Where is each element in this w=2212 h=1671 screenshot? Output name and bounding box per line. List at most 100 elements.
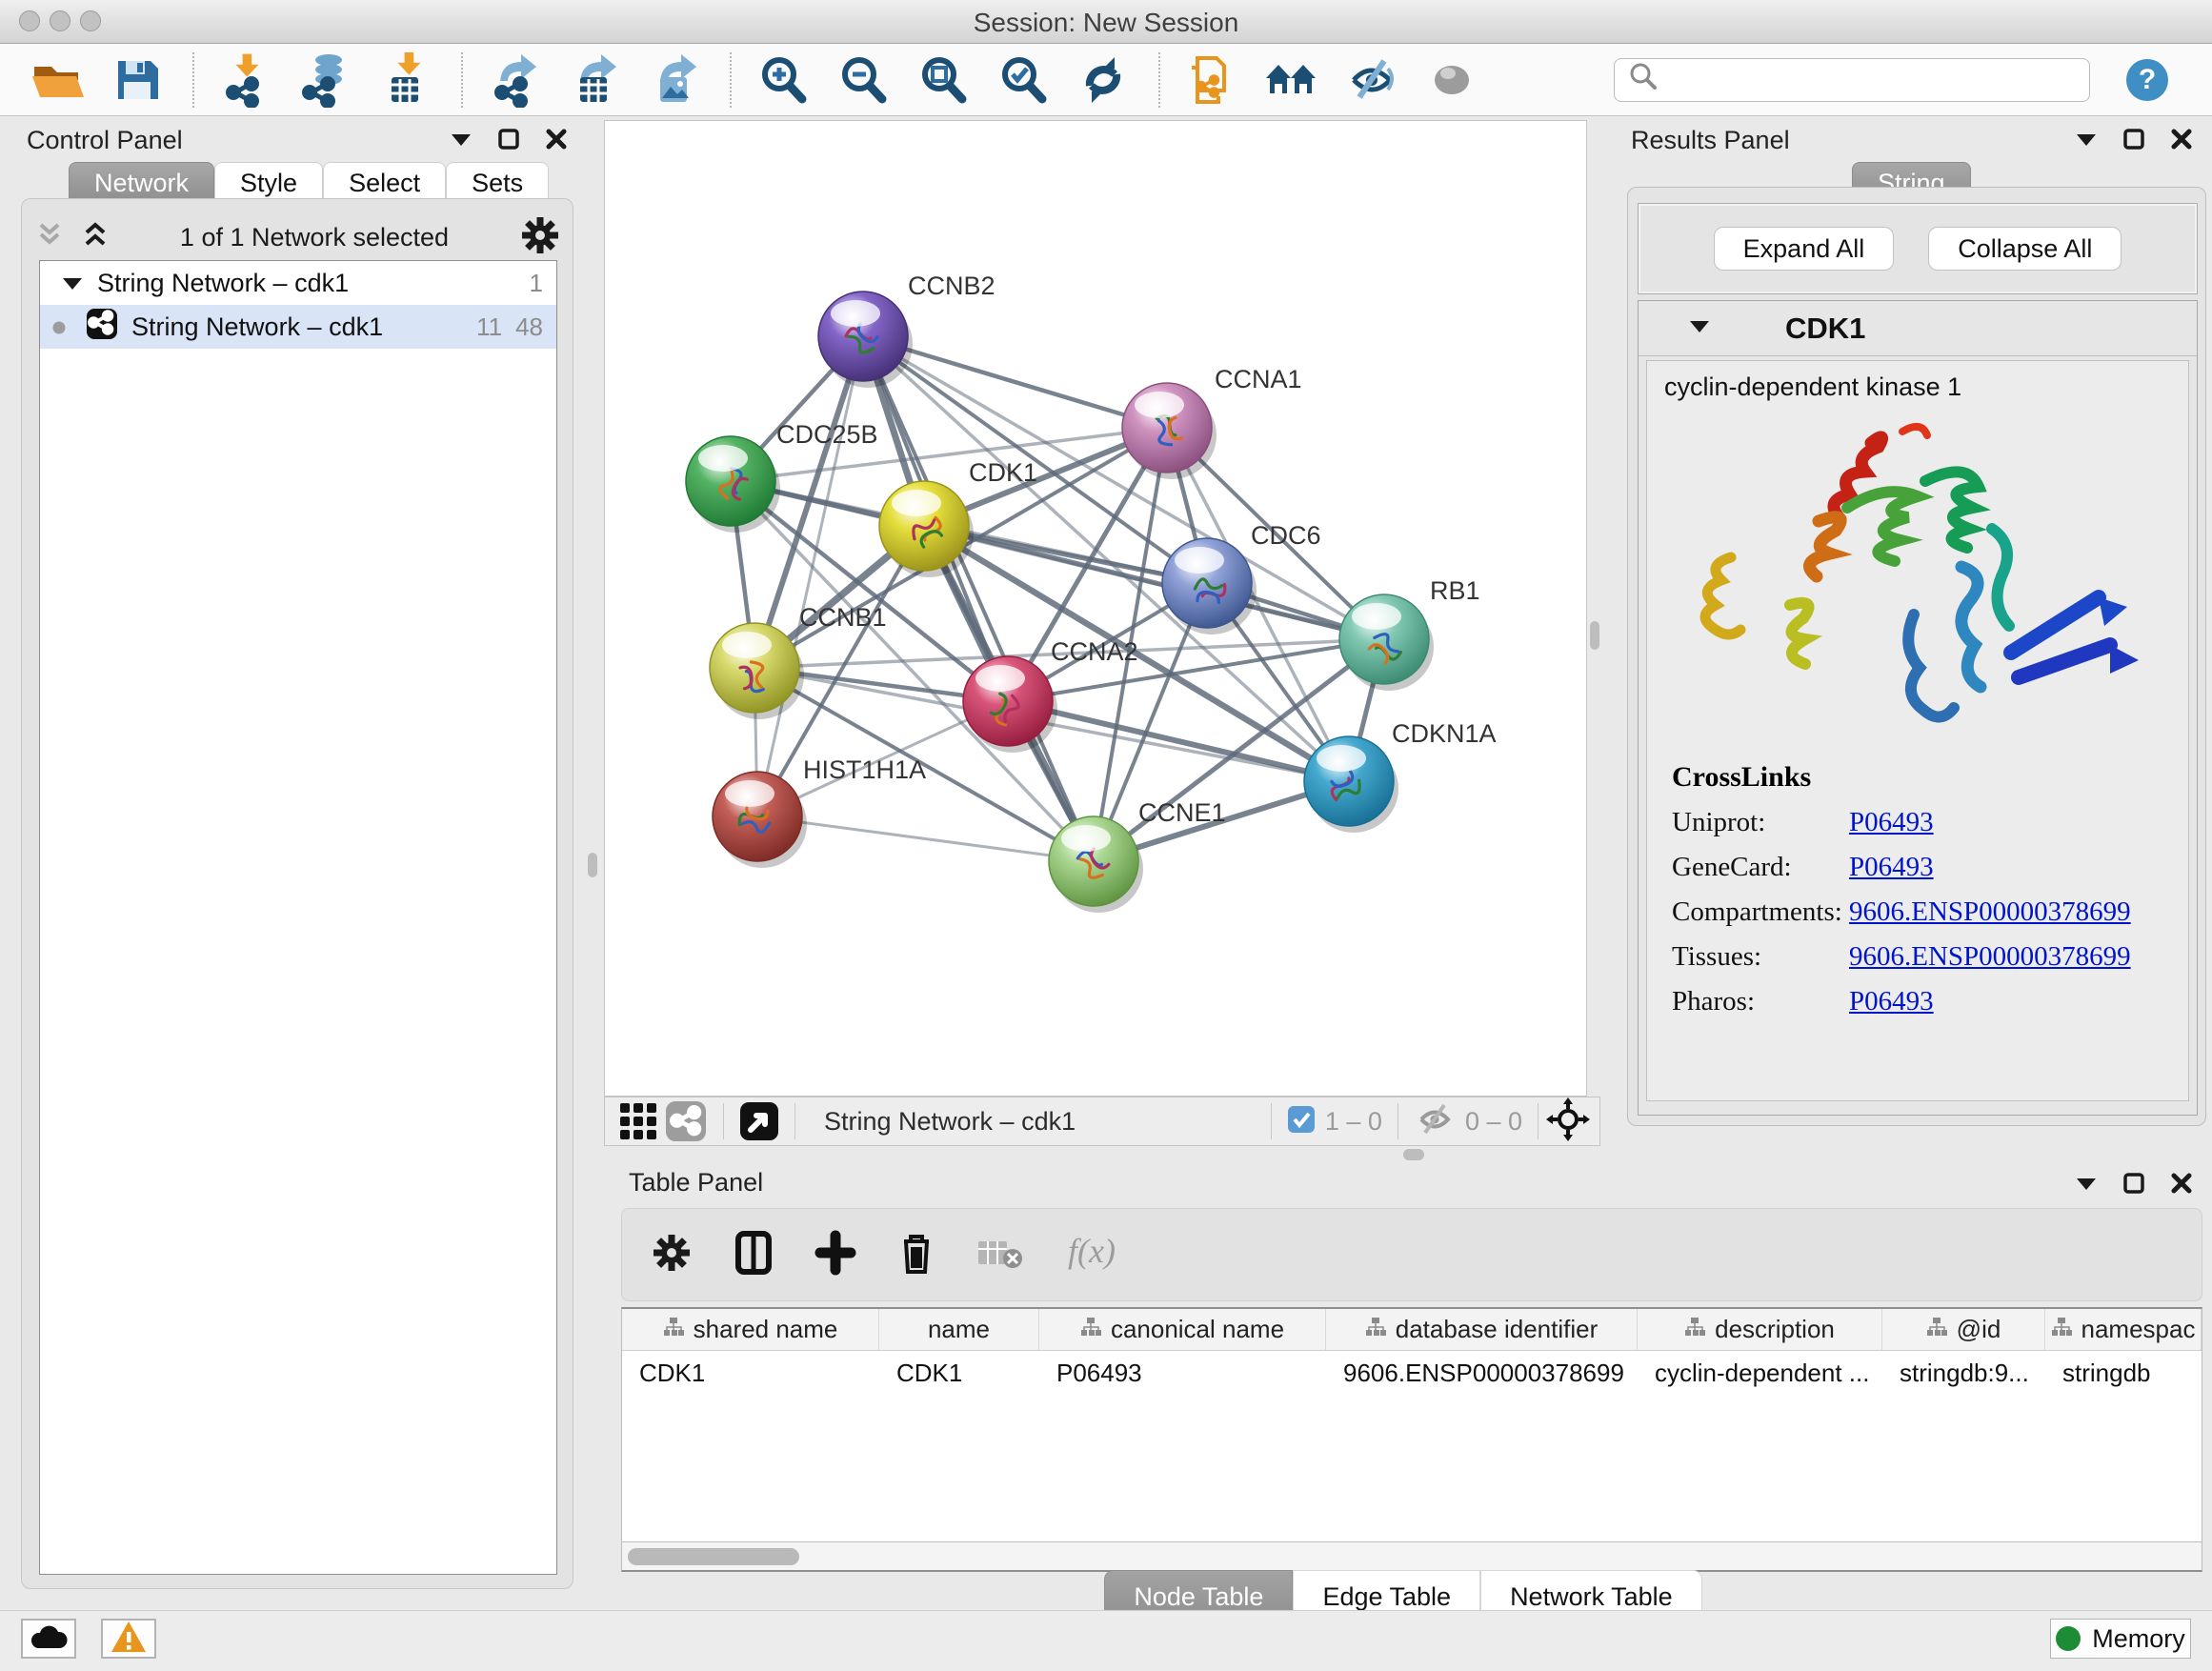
crosslink-row: GeneCard:P06493 [1672,852,2131,883]
node-table[interactable]: shared namenamecanonical namedatabase id… [621,1307,2202,1541]
column-header-canonical-name[interactable]: canonical name [1039,1309,1326,1350]
panel-close-icon[interactable] [2170,1172,2193,1199]
network-view-toolbar: String Network – cdk1 1 – 0 0 – 0 [604,1097,1600,1146]
toolbar-icon-strip [27,50,1501,111]
selected-checkbox-icon[interactable] [1287,1105,1316,1138]
toolbar-separator [461,52,463,108]
network-selected-status: 1 of 1 Network selected [110,223,519,252]
table-cell[interactable]: CDK1 [622,1351,879,1395]
network-share-icon[interactable] [664,1099,708,1143]
column-header-namespac[interactable]: namespac [2045,1309,2202,1350]
hidden-eye-icon[interactable] [1414,1100,1456,1143]
import-network-button[interactable] [215,50,276,111]
edge-CCNA2-CDKN1A[interactable] [1008,701,1349,781]
import-database-button[interactable] [295,50,356,111]
zoom-in-button[interactable] [753,50,814,111]
gene-section-header[interactable]: CDK1 [1639,301,2197,356]
crosslink-link[interactable]: P06493 [1849,986,1934,1017]
network-canvas[interactable]: CCNB2CCNA1CDC25BCDK1CDC6RB1CCNB1CCNA2CDK… [604,120,1587,1097]
warnings-button[interactable] [101,1619,156,1659]
node-HIST1H1A[interactable]: HIST1H1A [713,755,926,868]
panel-close-icon[interactable] [545,128,568,155]
control-panel: Control Panel NetworkStyleSelectSets 1 o… [10,120,585,1593]
table-cell[interactable]: P06493 [1039,1351,1326,1395]
crosshair-icon[interactable] [1546,1097,1590,1146]
delete-column-icon[interactable] [896,1230,936,1280]
panel-close-icon[interactable] [2170,128,2193,155]
search-input[interactable] [1662,65,2072,94]
save-session-button[interactable] [107,50,168,111]
node-CCNB1[interactable]: CCNB1 [710,603,887,719]
crosslink-link[interactable]: P06493 [1849,807,1934,838]
birdseye-view-icon[interactable] [739,1101,779,1141]
export-image-button[interactable] [644,50,705,111]
expand-all-networks-icon[interactable] [81,221,110,254]
crosslink-link[interactable]: P06493 [1849,852,1934,883]
clone-network-button[interactable] [1181,50,1242,111]
bottom-splitter-handle[interactable] [1403,1149,1424,1160]
node-CDKN1A[interactable]: CDKN1A [1304,719,1497,833]
column-header-shared-name[interactable]: shared name [622,1309,879,1350]
crosslinks-heading: CrossLinks [1672,761,2131,794]
crosslink-link[interactable]: 9606.ENSP00000378699 [1849,896,2131,928]
column-header-name[interactable]: name [879,1309,1039,1350]
export-table-button[interactable] [564,50,625,111]
column-header-database-identifier[interactable]: database identifier [1326,1309,1638,1350]
tree-column-icon [663,1315,684,1344]
table-cell[interactable]: cyclin-dependent ... [1638,1351,1882,1395]
column-header--id[interactable]: @id [1882,1309,2045,1350]
grid-view-icon[interactable] [616,1099,660,1143]
show-eye-button[interactable] [1421,50,1482,111]
scrollbar-thumb[interactable] [628,1548,799,1565]
table-row[interactable]: CDK1CDK1P064939606.ENSP00000378699cyclin… [622,1351,2202,1395]
network-tree-row[interactable]: String Network – cdk11 [40,261,556,305]
right-splitter-handle[interactable] [1590,621,1599,650]
collapse-all-networks-icon[interactable] [35,221,64,254]
export-network-button[interactable] [484,50,545,111]
edge-CCNB2-HIST1H1A[interactable] [757,336,863,816]
refresh-button[interactable] [1073,50,1134,111]
collapse-all-button[interactable]: Collapse All [1928,227,2122,271]
svg-text:f(x): f(x) [1068,1232,1116,1270]
gear-icon[interactable] [519,214,561,261]
node-CCNA1[interactable]: CCNA1 [1122,365,1302,479]
help-button[interactable]: ? [2117,50,2178,111]
search-box[interactable] [1614,58,2090,102]
table-settings-gear-icon[interactable] [651,1232,693,1278]
left-splitter-handle[interactable] [588,853,597,877]
column-label: @id [1957,1315,2001,1344]
zoom-selected-button[interactable] [993,50,1054,111]
zoom-fit-button[interactable] [913,50,974,111]
node-label-HIST1H1A: HIST1H1A [803,755,926,784]
table-horizontal-scrollbar[interactable] [621,1541,2202,1572]
table-cell[interactable]: 9606.ENSP00000378699 [1326,1351,1638,1395]
panel-collapse-icon[interactable] [2075,1175,2098,1197]
panel-float-icon[interactable] [497,128,520,155]
string-network-graph[interactable]: CCNB2CCNA1CDC25BCDK1CDC6RB1CCNB1CCNA2CDK… [605,121,1586,1096]
network-tree-row[interactable]: String Network – cdk11148 [40,305,556,349]
edge-HIST1H1A-CCNE1[interactable] [757,816,1094,861]
homes-button[interactable] [1261,50,1322,111]
zoom-out-button[interactable] [833,50,894,111]
panel-float-icon[interactable] [2122,1172,2145,1199]
panel-collapse-icon[interactable] [450,131,473,152]
hide-eye-button[interactable] [1341,50,1402,111]
node-CCNB2[interactable]: CCNB2 [818,272,995,388]
show-columns-icon[interactable] [733,1230,774,1280]
table-cell[interactable]: CDK1 [879,1351,1039,1395]
expand-all-button[interactable]: Expand All [1714,227,1895,271]
table-cell[interactable]: stringdb:9... [1882,1351,2045,1395]
open-session-button[interactable] [27,50,88,111]
section-collapse-icon[interactable] [1688,317,1711,339]
crosslink-link[interactable]: 9606.ENSP00000378699 [1849,941,2131,973]
import-table-button[interactable] [375,50,436,111]
memory-button[interactable]: Memory [2050,1619,2191,1659]
add-column-icon[interactable] [814,1230,856,1280]
panel-collapse-icon[interactable] [2075,131,2098,152]
panel-float-icon[interactable] [2122,128,2145,155]
cloud-button[interactable] [21,1619,76,1659]
node-RB1[interactable]: RB1 [1339,576,1480,691]
table-cell[interactable]: stringdb [2045,1351,2202,1395]
tree-expand-icon[interactable] [61,269,84,298]
column-header-description[interactable]: description [1638,1309,1882,1350]
